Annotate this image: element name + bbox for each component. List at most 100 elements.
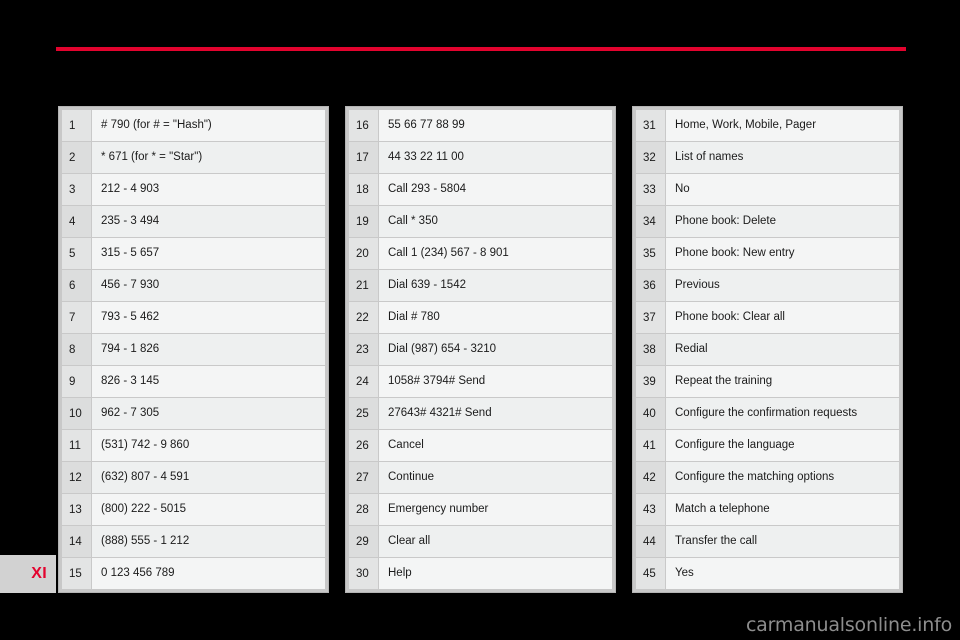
table-row: 30 Help [349, 558, 612, 589]
row-index: 25 [349, 398, 379, 429]
table-row: 43 Match a telephone [636, 494, 899, 526]
row-command-text: Previous [675, 278, 720, 291]
row-index: 37 [636, 302, 666, 333]
row-command-text: 826 - 3 145 [101, 374, 160, 387]
row-index: 14 [62, 526, 92, 557]
row-command-text: 793 - 5 462 [101, 310, 160, 323]
row-index: 3 [62, 174, 92, 205]
row-index: 11 [62, 430, 92, 461]
row-index: 29 [349, 526, 379, 557]
row-index: 15 [62, 558, 92, 589]
row-index: 44 [636, 526, 666, 557]
commands-table-1: 1 # 790 (for # = "Hash") 2 * 671 (for * = "… [58, 106, 329, 593]
row-index: 43 [636, 494, 666, 525]
row-index: 17 [349, 142, 379, 173]
row-command-text: Call 293 - 5804 [388, 182, 466, 195]
row-index: 10 [62, 398, 92, 429]
table-row: 12 (632) 807 - 4 591 [62, 462, 325, 494]
row-command-text: (800) 222 - 5015 [101, 502, 187, 515]
table-row: 18 Call 293 - 5804 [349, 174, 612, 206]
row-index: 35 [636, 238, 666, 269]
row-command-text: Phone book: Clear all [675, 310, 785, 323]
table-row: 21 Dial 639 - 1542 [349, 270, 612, 302]
row-index: 9 [62, 366, 92, 397]
table-row: 17 44 33 22 11 00 [349, 142, 612, 174]
row-command-text: 1058# 3794# Send [388, 374, 486, 387]
row-index: 42 [636, 462, 666, 493]
row-index: 30 [349, 558, 379, 589]
row-index: 5 [62, 238, 92, 269]
table-row: 13 (800) 222 - 5015 [62, 494, 325, 526]
row-command-text: Cancel [388, 438, 424, 451]
row-index: 16 [349, 110, 379, 141]
row-command-text: Phone book: New entry [675, 246, 795, 259]
table-row: 5 315 - 5 657 [62, 238, 325, 270]
row-command-text: Dial (987) 654 - 3210 [388, 342, 497, 355]
table-row: 33 No [636, 174, 899, 206]
row-index: 40 [636, 398, 666, 429]
table-row: 27 Continue [349, 462, 612, 494]
table-row: 9 826 - 3 145 [62, 366, 325, 398]
row-index: 21 [349, 270, 379, 301]
row-command-text: (531) 742 - 9 860 [101, 438, 190, 451]
table-row: 22 Dial # 780 [349, 302, 612, 334]
row-index: 2 [62, 142, 92, 173]
row-command-text: 456 - 7 930 [101, 278, 160, 291]
table-row: 36 Previous [636, 270, 899, 302]
row-index: 39 [636, 366, 666, 397]
table-row: 31 Home, Work, Mobile, Pager [636, 110, 899, 142]
page-number-tab: XI [0, 555, 56, 593]
row-index: 12 [62, 462, 92, 493]
table-row: 40 Configure the confirmation requests [636, 398, 899, 430]
table-row: 37 Phone book: Clear all [636, 302, 899, 334]
row-command-text: Call * 350 [388, 214, 438, 227]
row-command-text: Configure the language [675, 438, 795, 451]
row-command-text: 212 - 4 903 [101, 182, 160, 195]
row-index: 18 [349, 174, 379, 205]
row-command-text: Clear all [388, 534, 431, 547]
row-index: 27 [349, 462, 379, 493]
table-row: 42 Configure the matching options [636, 462, 899, 494]
commands-tables-container: 1 # 790 (for # = "Hash") 2 * 671 (for * = "… [58, 106, 903, 593]
row-command-text: Emergency number [388, 502, 489, 515]
row-index: 41 [636, 430, 666, 461]
table-row: 44 Transfer the call [636, 526, 899, 558]
table-row: 23 Dial (987) 654 - 3210 [349, 334, 612, 366]
row-command-text: Call 1 (234) 567 - 8 901 [388, 246, 509, 259]
row-command-text: 44 33 22 11 00 [388, 150, 464, 163]
row-index: 31 [636, 110, 666, 141]
row-command-text: Phone book: Delete [675, 214, 777, 227]
table-row: 39 Repeat the training [636, 366, 899, 398]
row-command-text: 235 - 3 494 [101, 214, 160, 227]
row-index: 13 [62, 494, 92, 525]
table-row: 38 Redial [636, 334, 899, 366]
row-index: 24 [349, 366, 379, 397]
table-row: 19 Call * 350 [349, 206, 612, 238]
row-command-text: (632) 807 - 4 591 [101, 470, 190, 483]
commands-table-3: 31 Home, Work, Mobile, Pager 32 List of nam… [632, 106, 903, 593]
table-row: 20 Call 1 (234) 567 - 8 901 [349, 238, 612, 270]
page-number-label: XI [31, 565, 47, 582]
row-index: 8 [62, 334, 92, 365]
row-command-text: Configure the matching options [675, 470, 835, 483]
table-row: 7 793 - 5 462 [62, 302, 325, 334]
row-command-text: Dial 639 - 1542 [388, 278, 466, 291]
row-command-text: 55 66 77 88 99 [388, 118, 465, 131]
table-row: 15 0 123 456 789 [62, 558, 325, 589]
row-index: 4 [62, 206, 92, 237]
table-row: 10 962 - 7 305 [62, 398, 325, 430]
row-command-text: 962 - 7 305 [101, 406, 160, 419]
table-row: 4 235 - 3 494 [62, 206, 325, 238]
table-row: 28 Emergency number [349, 494, 612, 526]
row-index: 34 [636, 206, 666, 237]
table-row: 14 (888) 555 - 1 212 [62, 526, 325, 558]
row-command-text: Match a telephone [675, 502, 770, 515]
table-row: 6 456 - 7 930 [62, 270, 325, 302]
row-command-text: 27643# 4321# Send [388, 406, 492, 419]
row-index: 1 [62, 110, 92, 141]
table-row: 16 55 66 77 88 99 [349, 110, 612, 142]
row-command-text: Continue [388, 470, 435, 483]
commands-table-2: 16 55 66 77 88 99 17 44 33 22 11 00 18 Call 2… [345, 106, 616, 593]
row-command-text: Dial # 780 [388, 310, 440, 323]
row-command-text: Redial [675, 342, 708, 355]
